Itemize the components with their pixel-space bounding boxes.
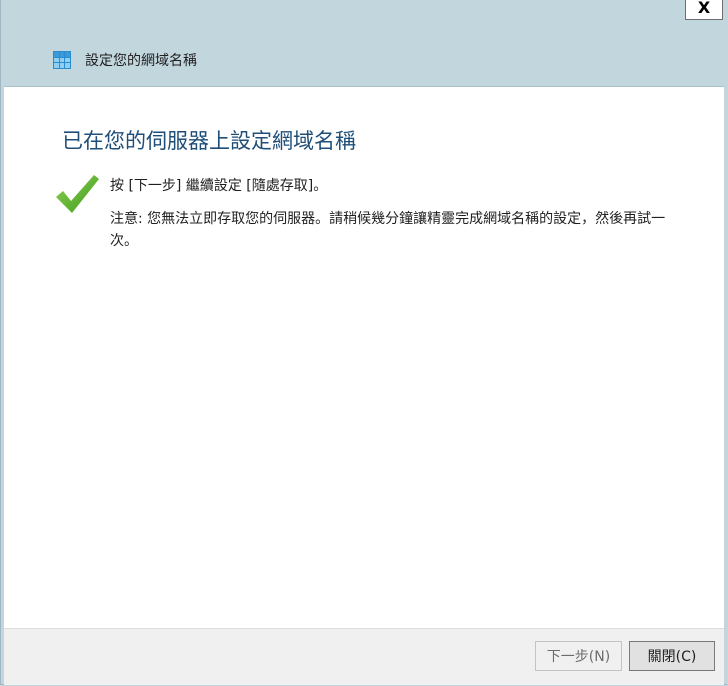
note-text: 注意: 您無法立即存取您的伺服器。請稍候幾分鐘讓精靈完成網域名稱的設定，然後再試… [110,211,666,249]
next-button[interactable]: 下一步(N) [535,641,622,671]
close-icon: X [697,0,711,17]
checkmark-icon [56,175,99,213]
page-heading: 已在您的伺服器上設定網域名稱 [62,129,356,153]
next-step-instruction: 按 [下一步] 繼續設定 [隨處存取]。 [110,178,328,194]
wizard-footer: 下一步(N) 關閉(C) [4,628,724,685]
title-bar: 設定您的網域名稱 [1,40,727,80]
close-button[interactable]: 關閉(C) [629,641,715,671]
window-close-button[interactable]: X [685,0,723,20]
wizard-content: 已在您的伺服器上設定網域名稱 按 [下一步] 繼續設定 [隨處存取]。 注意: … [4,86,724,629]
wizard-window: X 設定您的網域名稱 已在您的伺服器上設定網域名稱 按 [下一步] 繼續設定 [… [0,0,727,685]
window-title: 設定您的網域名稱 [85,53,197,69]
window-app-icon [53,51,71,69]
